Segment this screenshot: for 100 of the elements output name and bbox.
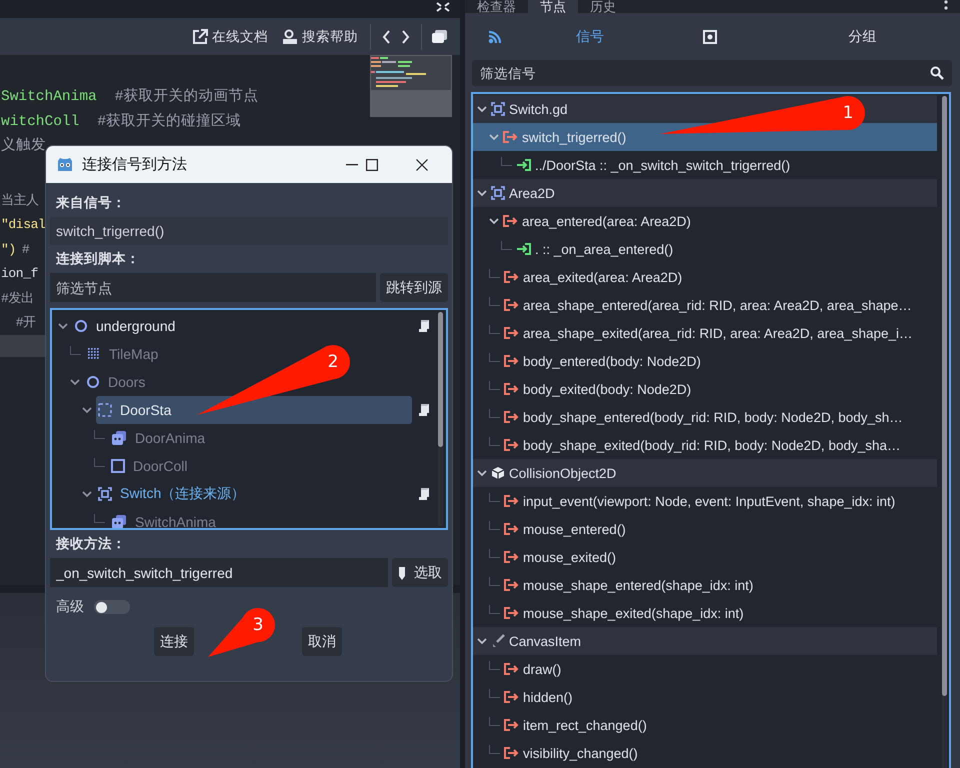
panel-tab[interactable]: 信号: [570, 26, 610, 46]
forward-icon[interactable]: [401, 28, 411, 44]
callout-tooltip: [208, 608, 275, 657]
signal-tree-label: mouse_shape_entered(shape_idx: int): [523, 578, 754, 592]
grid-icon: [87, 347, 101, 361]
signal-filter-field[interactable]: 筛选信号: [472, 60, 952, 86]
signal-tree-row[interactable]: body_shape_exited(body_rid: RID, body: Node2D, body_sha…: [473, 431, 937, 459]
online-docs-button[interactable]: 在线文档: [190, 28, 270, 46]
signal-out-icon: [504, 383, 519, 395]
signal-tree-label: draw(): [523, 662, 562, 676]
external-link-icon: [192, 28, 208, 44]
dock-tab[interactable]: 历史: [578, 0, 628, 13]
signal-tree-label: area_exited(area: Area2D): [523, 270, 682, 284]
code-text: #发出: [1, 290, 34, 308]
signal-tree-row[interactable]: input_event(viewport: Node, event: InputEvent, shape_idx: int): [473, 487, 937, 515]
go-to-source-button[interactable]: 跳转到源: [380, 273, 448, 302]
signal-tree-label: switch_trigerred(): [522, 130, 626, 144]
field-label: 连接到脚本：: [55, 250, 141, 268]
signal-tree-label: area_entered(area: Area2D): [522, 214, 691, 228]
slot-in-icon: [516, 159, 531, 171]
area-node-icon: [491, 186, 505, 200]
signal-tree-row[interactable]: draw(): [473, 655, 937, 683]
signal-tree-label: body_shape_entered(body_rid: RID, body: Node2D, body_sh…: [523, 410, 903, 424]
signal-tree-row[interactable]: body_entered(body: Node2D): [473, 347, 937, 375]
signal-out-icon: [504, 579, 519, 591]
cube-icon: [491, 466, 505, 480]
signal-tree-label: ../DoorSta :: _on_switch_switch_trigerred(): [535, 158, 790, 172]
signal-tree-label: item_rect_changed(): [523, 718, 647, 732]
signal-tree-row[interactable]: mouse_shape_entered(shape_idx: int): [473, 571, 937, 599]
signal-tree-label: mouse_entered(): [523, 522, 626, 536]
signal-out-icon: [503, 215, 518, 227]
signal-tree-row[interactable]: Area2D: [473, 179, 937, 207]
signal-tree-row[interactable]: body_exited(body: Node2D): [473, 375, 937, 403]
signal-tree-row[interactable]: mouse_entered(): [473, 515, 937, 543]
signal-tree-row[interactable]: body_shape_entered(body_rid: RID, body: Node2D, body_sh…: [473, 403, 937, 431]
code-text: #获取开关的动画节点: [114, 87, 258, 107]
callout-number: 3: [252, 614, 264, 636]
robot-icon: [56, 156, 74, 173]
signal-icon: [488, 30, 502, 44]
signal-tree-label: hidden(): [523, 690, 573, 704]
signal-tree-row[interactable]: area_exited(area: Area2D): [473, 263, 937, 291]
search-icon: [930, 66, 944, 80]
windows-icon[interactable]: [432, 30, 448, 44]
area-node-icon: [491, 102, 505, 116]
signal-out-icon: [504, 747, 519, 759]
close-icon[interactable]: [416, 158, 428, 170]
signal-tree-label: mouse_shape_exited(shape_idx: int): [523, 606, 744, 620]
signal-tree-row[interactable]: . :: _on_area_entered(): [473, 235, 937, 263]
minimap[interactable]: [370, 55, 452, 117]
signal-tree-row[interactable]: area_shape_exited(area_rid: RID, area: Area2D, area_shape_i…: [473, 319, 937, 347]
signal-tree-row[interactable]: area_entered(area: Area2D): [473, 207, 937, 235]
method-field[interactable]: _on_switch_switch_trigerred: [50, 558, 388, 587]
signal-tree-label: Area2D: [509, 186, 555, 200]
signal-tree-row[interactable]: CanvasItem: [473, 627, 937, 655]
signal-out-icon: [504, 719, 519, 731]
maximize-icon[interactable]: [366, 158, 378, 170]
sprite-icon: [111, 431, 127, 445]
code-text: "): [1, 240, 16, 258]
code-text: SwitchAnima: [1, 88, 97, 107]
signal-out-icon: [504, 663, 519, 675]
panel-tab[interactable]: 分组: [842, 26, 882, 46]
brush-icon: [491, 634, 505, 648]
advanced-toggle[interactable]: [94, 600, 130, 614]
dock-tab[interactable]: 节点: [528, 0, 578, 13]
code-text: #获取开关的碰撞区域: [97, 112, 242, 132]
pick-button[interactable]: 选取: [392, 558, 448, 587]
node-filter-field[interactable]: 筛选节点: [50, 273, 376, 302]
dialog-button[interactable]: 取消: [302, 627, 342, 656]
search-help-button[interactable]: 搜索帮助: [280, 28, 360, 46]
script-icon[interactable]: [418, 319, 430, 333]
fullscreen-icon[interactable]: [436, 2, 450, 12]
code-text: 义触发: [1, 136, 46, 156]
signal-tree-row[interactable]: ../DoorSta :: _on_switch_switch_trigerred(): [473, 151, 937, 179]
signal-tree-label: CollisionObject2D: [509, 466, 616, 480]
field-label: 接收方法：: [54, 535, 127, 553]
advanced-label: 高级: [56, 598, 84, 616]
circle-node-icon: [86, 375, 100, 389]
slot-in-icon: [516, 243, 531, 255]
signal-tree-row[interactable]: CollisionObject2D: [473, 459, 937, 487]
more-icon[interactable]: [944, 0, 948, 12]
signal-out-icon: [503, 131, 518, 143]
signal-tree-row[interactable]: visibility_changed(): [473, 739, 937, 767]
code-text: 当主人: [1, 192, 39, 210]
signal-tree-row[interactable]: area_shape_entered(area_rid: RID, area: Area2D, area_shape…: [473, 291, 937, 319]
callout-number: 1: [842, 102, 854, 124]
dialog-button[interactable]: 连接: [154, 627, 194, 656]
minimize-icon[interactable]: [346, 164, 358, 166]
signal-tree-label: CanvasItem: [509, 634, 582, 648]
scene-tree-item[interactable]: underground: [72, 312, 180, 340]
signal-tree-row[interactable]: mouse_shape_exited(shape_idx: int): [473, 599, 937, 627]
code-text: "disal: [1, 216, 46, 234]
dashed-square-icon: [98, 403, 112, 417]
signal-field: switch_trigerred(): [50, 217, 448, 245]
signal-tree-row[interactable]: mouse_exited(): [473, 543, 937, 571]
signal-tree-row[interactable]: hidden(): [473, 683, 937, 711]
signal-tree-row[interactable]: item_rect_changed(): [473, 711, 937, 739]
signal-out-icon: [504, 495, 519, 507]
dock-tab[interactable]: 检查器: [465, 0, 528, 13]
signal-tree-label: area_shape_exited(area_rid: RID, area: Area2D, area_shape_i…: [523, 326, 912, 340]
back-icon[interactable]: [381, 28, 391, 44]
